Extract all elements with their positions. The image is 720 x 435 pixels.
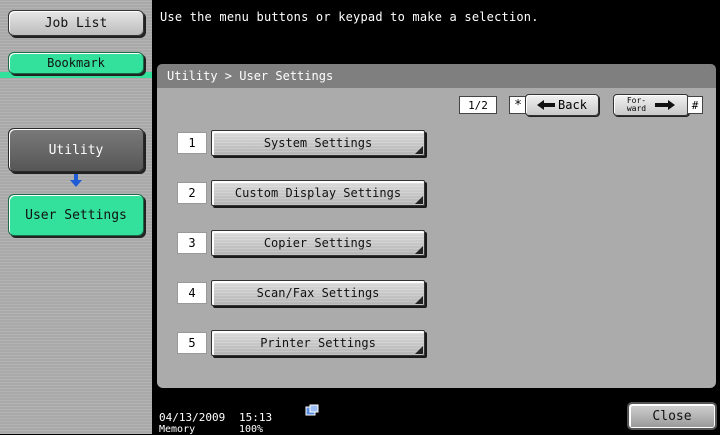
arrow-right-icon bbox=[655, 100, 676, 110]
hash-key: # bbox=[687, 96, 703, 114]
panel-content: 1/2 * Back For- ward # 1 System Settings… bbox=[157, 88, 716, 388]
custom-display-settings-button[interactable]: Custom Display Settings bbox=[211, 180, 425, 206]
menu-item-number: 4 bbox=[177, 282, 207, 304]
printer-settings-button[interactable]: Printer Settings bbox=[211, 330, 425, 356]
system-settings-button[interactable]: System Settings bbox=[211, 130, 425, 156]
memory-value: 100% bbox=[239, 424, 264, 435]
panel-title: Utility > User Settings bbox=[157, 64, 716, 88]
job-list-button[interactable]: Job List bbox=[8, 10, 144, 36]
forward-button[interactable]: For- ward bbox=[613, 94, 689, 116]
left-sidebar: Job List Bookmark Utility User Settings bbox=[0, 0, 152, 434]
copier-settings-button[interactable]: Copier Settings bbox=[211, 230, 425, 256]
forward-label: For- ward bbox=[627, 97, 646, 113]
page-indicator: 1/2 bbox=[459, 96, 497, 114]
forward-label-bottom: ward bbox=[626, 104, 647, 113]
back-label: Back bbox=[558, 98, 587, 112]
status-time: 15:13 bbox=[239, 411, 273, 424]
user-settings-breadcrumb-button[interactable]: User Settings bbox=[8, 194, 144, 236]
status-footer: 04/13/2009 15:13 Memory 100% Close bbox=[153, 400, 720, 435]
close-button[interactable]: Close bbox=[629, 404, 715, 428]
network-status-icon bbox=[305, 404, 319, 416]
menu-item-number: 3 bbox=[177, 232, 207, 254]
menu-item-number: 5 bbox=[177, 332, 207, 354]
bookmark-button[interactable]: Bookmark bbox=[8, 52, 144, 74]
memory-label: Memory bbox=[159, 424, 196, 435]
back-button[interactable]: Back bbox=[525, 94, 599, 116]
menu-item-number: 2 bbox=[177, 182, 207, 204]
arrow-down-icon bbox=[70, 174, 82, 187]
menu-item-number: 1 bbox=[177, 132, 207, 154]
arrow-left-icon bbox=[537, 100, 556, 110]
scan-fax-settings-button[interactable]: Scan/Fax Settings bbox=[211, 280, 425, 306]
utility-breadcrumb-button[interactable]: Utility bbox=[8, 128, 144, 172]
instruction-message: Use the menu buttons or keypad to make a… bbox=[160, 10, 539, 24]
status-date: 04/13/2009 bbox=[159, 411, 226, 424]
main-panel: Utility > User Settings 1/2 * Back For- … bbox=[153, 58, 720, 396]
